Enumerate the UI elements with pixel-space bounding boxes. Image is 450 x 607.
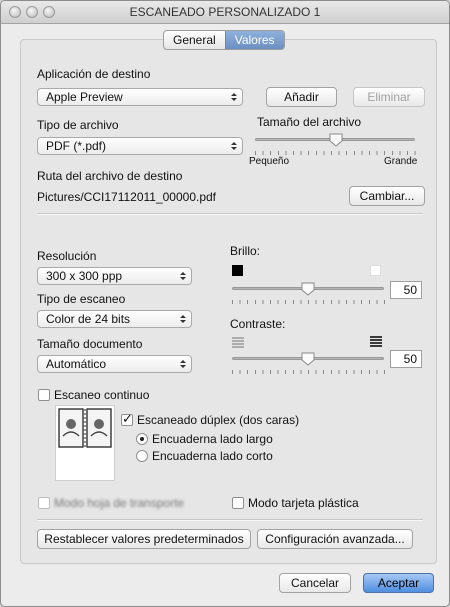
- path-value: Pictures/CCI17112011_00000.pdf: [37, 190, 217, 204]
- remove-button[interactable]: Eliminar: [353, 87, 425, 107]
- popup-arrows-icon: [180, 272, 186, 280]
- tab-general[interactable]: General: [164, 31, 225, 49]
- resolution-label: Resolución: [37, 249, 97, 263]
- destination-app-label: Aplicación de destino: [37, 67, 151, 81]
- file-type-label: Tipo de archivo: [37, 118, 119, 132]
- doc-size-value: Automático: [46, 357, 107, 371]
- continuous-scan-checkbox[interactable]: [38, 389, 50, 401]
- contrast-label: Contraste:: [230, 317, 286, 331]
- add-button[interactable]: Añadir: [266, 87, 337, 107]
- bind-long-edge-label: Encuaderna lado largo: [152, 432, 273, 446]
- destination-app-select[interactable]: Apple Preview: [37, 88, 243, 106]
- brightness-slider-ticks: [232, 300, 385, 304]
- brightness-slider-thumb[interactable]: [301, 282, 315, 296]
- tab-bar: General Valores: [163, 30, 285, 50]
- divider: [37, 519, 423, 521]
- resolution-value: 300 x 300 ppp: [46, 269, 123, 283]
- carrier-sheet-label: Modo hoja de transporte: [54, 496, 185, 510]
- file-size-label: Tamaño del archivo: [257, 115, 362, 129]
- advanced-settings-button[interactable]: Configuración avanzada...: [257, 529, 413, 549]
- popup-arrows-icon: [180, 315, 186, 323]
- light-swatch-icon: [370, 265, 381, 276]
- scan-type-label: Tipo de escaneo: [37, 292, 126, 306]
- file-size-slider-ticks: [255, 151, 416, 155]
- low-contrast-icon: [232, 337, 244, 348]
- cancel-button[interactable]: Cancelar: [279, 573, 351, 593]
- brightness-value-field[interactable]: 50: [390, 281, 422, 299]
- popup-arrows-icon: [231, 93, 237, 101]
- reset-defaults-button[interactable]: Restablecer valores predeterminados: [37, 529, 251, 549]
- contrast-slider-thumb[interactable]: [301, 352, 315, 366]
- file-type-select[interactable]: PDF (*.pdf): [37, 137, 243, 155]
- duplex-preview-image: [55, 405, 115, 481]
- title-bar: ESCANEADO PERSONALIZADO 1: [1, 1, 449, 24]
- doc-size-select[interactable]: Automático: [37, 355, 192, 373]
- brightness-label: Brillo:: [230, 244, 261, 258]
- continuous-scan-label: Escaneo continuo: [54, 388, 150, 402]
- destination-app-value: Apple Preview: [46, 90, 123, 104]
- contrast-value-field[interactable]: 50: [390, 350, 422, 368]
- plastic-card-label: Modo tarjeta plástica: [248, 496, 359, 510]
- window-title: ESCANEADO PERSONALIZADO 1: [129, 5, 321, 19]
- change-path-button[interactable]: Cambiar...: [349, 186, 425, 206]
- doc-size-label: Tamaño documento: [37, 337, 143, 351]
- popup-arrows-icon: [180, 360, 186, 368]
- plastic-card-checkbox[interactable]: [232, 497, 244, 509]
- duplex-scan-label: Escaneado dúplex (dos caras): [137, 413, 300, 427]
- carrier-sheet-checkbox[interactable]: [38, 497, 50, 509]
- tab-valores[interactable]: Valores: [224, 31, 284, 49]
- duplex-scan-checkbox[interactable]: [121, 411, 133, 427]
- path-label: Ruta del archivo de destino: [37, 169, 183, 183]
- contrast-slider-ticks: [232, 370, 385, 374]
- divider: [37, 213, 423, 215]
- bind-short-edge-label: Encuaderna lado corto: [152, 449, 273, 463]
- bind-short-edge-radio[interactable]: [136, 450, 148, 462]
- file-type-value: PDF (*.pdf): [46, 139, 107, 153]
- file-size-max-label: Grande: [384, 156, 418, 167]
- file-size-min-label: Pequeño: [249, 156, 290, 167]
- file-size-slider-thumb[interactable]: [329, 133, 343, 147]
- duplex-pages-icon: [58, 408, 112, 448]
- scan-type-select[interactable]: Color de 24 bits: [37, 310, 192, 328]
- scan-type-value: Color de 24 bits: [46, 312, 131, 326]
- bind-long-edge-radio[interactable]: [136, 433, 148, 445]
- high-contrast-icon: [370, 336, 382, 347]
- accept-button[interactable]: Aceptar: [363, 573, 434, 593]
- dark-swatch-icon: [232, 265, 243, 276]
- dialog-window: ESCANEADO PERSONALIZADO 1 General Valore…: [0, 0, 450, 607]
- popup-arrows-icon: [231, 142, 237, 150]
- resolution-select[interactable]: 300 x 300 ppp: [37, 267, 192, 285]
